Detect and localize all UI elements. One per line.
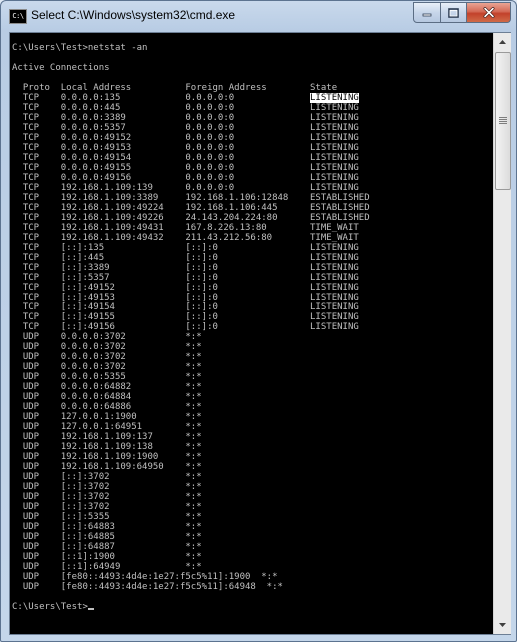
window-title: Select C:\Windows\system32\cmd.exe [31,8,236,22]
console-line: Proto Local Address Foreign Address Stat… [12,82,338,93]
console-line: UDP 0.0.0.0:3702 *:* [12,352,202,363]
console-line: UDP 0.0.0.0:5355 *:* [12,372,202,383]
console-line: TCP [::]:49154 [::]:0 LISTENING [12,302,359,313]
console-line: UDP [::]:5355 *:* [12,512,202,523]
console-line: UDP [::]:3702 *:* [12,472,202,483]
selected-text[interactable]: LISTENING [310,92,359,103]
scroll-up-button[interactable] [495,34,510,50]
console-line: UDP 192.168.1.109:138 *:* [12,442,202,453]
minimize-icon [422,13,432,16]
close-button[interactable] [467,2,511,23]
console-line: TCP 0.0.0.0:5357 0.0.0.0:0 LISTENING [12,122,359,133]
console-line: TCP 192.168.1.109:49432 211.43.212.56:80… [12,232,359,243]
console-line: UDP 0.0.0.0:3702 *:* [12,362,202,373]
console-line: UDP [::]:64887 *:* [12,542,202,552]
console-line: C:\Users\Test>netstat -an [12,43,148,53]
maximize-button[interactable] [441,2,467,23]
console-line: TCP 0.0.0.0:49152 0.0.0.0:0 LISTENING [12,132,359,143]
console-line: UDP 0.0.0.0:3702 *:* [12,342,202,353]
console-line: TCP [::]:49153 [::]:0 LISTENING [12,292,359,303]
console-line: TCP [::]:445 [::]:0 LISTENING [12,252,359,263]
title-bar[interactable]: C:\ Select C:\Windows\system32\cmd.exe [1,1,516,33]
console-line: UDP [::]:3702 *:* [12,502,202,513]
text-cursor [87,607,94,610]
console-line: TCP [::]:49155 [::]:0 LISTENING [12,312,359,323]
thumb-grip-line [499,119,507,120]
console-line: UDP [::]:3702 *:* [12,492,202,503]
console-line: UDP [fe80::4493:4d4e:1e27:f5c5%11]:1900 … [12,571,278,582]
console-line: UDP [::1]:1900 *:* [12,551,202,562]
console-line: TCP 0.0.0.0:49154 0.0.0.0:0 LISTENING [12,152,359,163]
console-line: UDP [::1]:64949 *:* [12,561,202,572]
console-line: TCP 0.0.0.0:49156 0.0.0.0:0 LISTENING [12,172,359,183]
scroll-down-button[interactable] [495,617,510,633]
thumb-grip-line [499,123,507,124]
vertical-scrollbar[interactable] [493,33,511,634]
console-output[interactable]: C:\Users\Test>netstat -an Active Connecti… [10,33,493,634]
cmd-app-icon[interactable]: C:\ [9,9,27,24]
console-line: Active Connections [12,62,110,73]
thumb-grip-line [499,121,507,122]
console-line: TCP [::]:49152 [::]:0 LISTENING [12,282,359,293]
console-line: UDP [::]:64883 *:* [12,522,202,533]
console-line: UDP 127.0.0.1:1900 *:* [12,412,202,423]
console-line: TCP 0.0.0.0:445 0.0.0.0:0 LISTENING [12,102,359,113]
maximize-icon [448,7,459,18]
cmd-window: C:\ Select C:\Windows\system32\cmd.exe C… [0,0,517,642]
console-client-area: C:\Users\Test>netstat -an Active Connecti… [9,32,511,635]
console-line: TCP 0.0.0.0:3389 0.0.0.0:0 LISTENING [12,112,359,123]
scrollbar-thumb[interactable] [495,52,511,190]
console-line: UDP 0.0.0.0:64882 *:* [12,382,202,393]
console-line: UDP 192.168.1.109:64950 *:* [12,462,202,473]
caption-buttons [413,2,511,23]
scroll-up-arrow-icon [499,40,506,44]
console-line: TCP 0.0.0.0:135 0.0.0.0:0 LISTENING [12,92,359,103]
console-line: UDP 192.168.1.109:1900 *:* [12,452,202,463]
console-line: UDP [::]:3702 *:* [12,482,202,493]
close-icon [483,7,494,18]
console-line: UDP [::]:64885 *:* [12,532,202,543]
console-line: UDP 0.0.0.0:64884 *:* [12,392,202,403]
console-line: UDP 0.0.0.0:3702 *:* [12,332,202,343]
console-line: TCP 192.168.1.109:49224 192.168.1.106:44… [12,202,370,213]
console-line: TCP 0.0.0.0:49153 0.0.0.0:0 LISTENING [12,142,359,153]
thumb-grip-line [499,117,507,118]
scroll-down-arrow-icon [499,623,506,627]
console-line: C:\Users\Test> [12,602,94,612]
console-line: TCP 192.168.1.109:49431 167.8.226.13:80 … [12,222,359,233]
console-line: TCP 0.0.0.0:49155 0.0.0.0:0 LISTENING [12,162,359,173]
console-line: UDP [fe80::4493:4d4e:1e27:f5c5%11]:64948… [12,581,283,592]
console-line: UDP 0.0.0.0:64886 *:* [12,402,202,413]
console-line: UDP 192.168.1.109:137 *:* [12,432,202,443]
console-line: UDP 127.0.0.1:64951 *:* [12,422,202,433]
console-line: TCP [::]:49156 [::]:0 LISTENING [12,322,359,333]
console-line: TCP [::]:135 [::]:0 LISTENING [12,242,359,253]
console-line: TCP 192.168.1.109:3389 192.168.1.106:128… [12,192,370,203]
minimize-button[interactable] [413,2,441,23]
console-line: TCP [::]:5357 [::]:0 LISTENING [12,272,359,283]
console-line: TCP 192.168.1.109:49226 24.143.204.224:8… [12,212,370,223]
console-line: TCP 192.168.1.109:139 0.0.0.0:0 LISTENIN… [12,182,359,193]
console-line: TCP [::]:3389 [::]:0 LISTENING [12,262,359,273]
